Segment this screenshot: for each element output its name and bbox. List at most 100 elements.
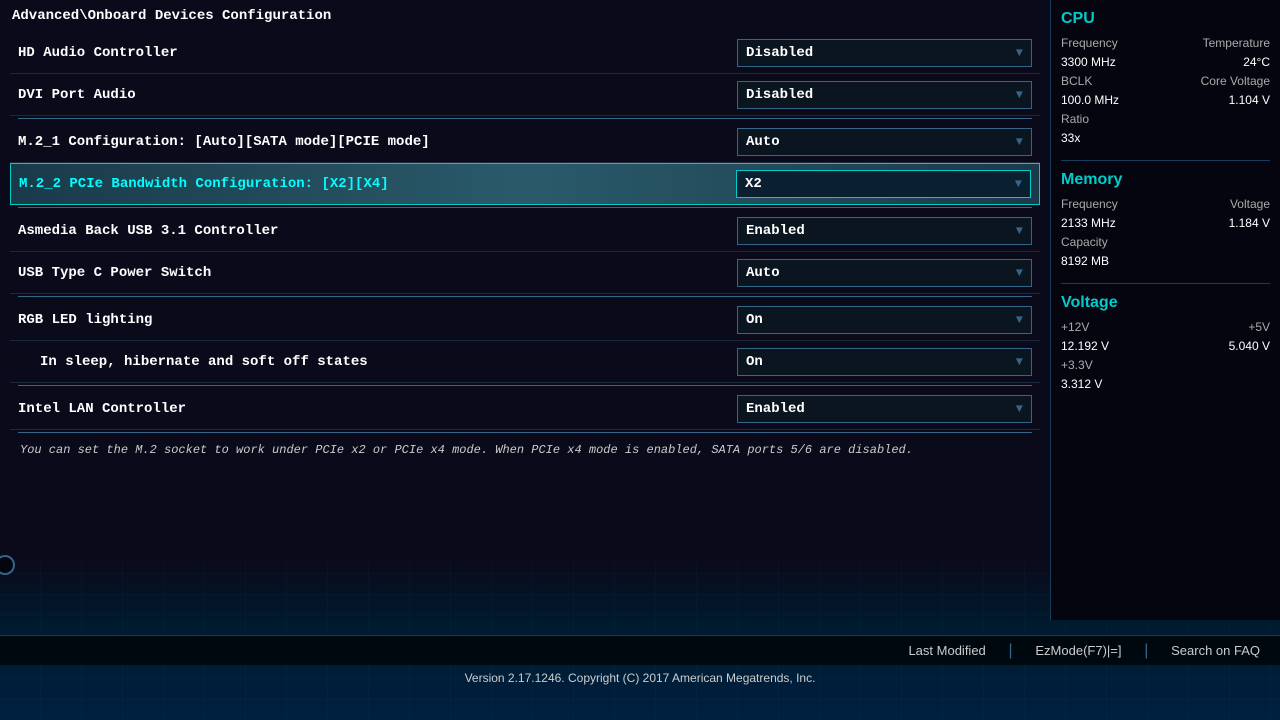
voltage-33-value: 3.312 V	[1061, 377, 1102, 391]
setting-label-dvi-audio: DVI Port Audio	[18, 87, 737, 103]
copyright-text: Version 2.17.1246. Copyright (C) 2017 Am…	[465, 671, 816, 685]
voltage-section: Voltage +12V +5V 12.192 V 5.040 V +3.3V …	[1061, 294, 1270, 391]
voltage-5-value: 5.040 V	[1229, 339, 1270, 353]
memory-frequency-label: Frequency	[1061, 197, 1118, 211]
separator-icon-1: |	[1006, 642, 1016, 660]
cpu-section: CPU Frequency Temperature 3300 MHz 24°C …	[1061, 10, 1270, 145]
copyright-bar: Version 2.17.1246. Copyright (C) 2017 Am…	[0, 665, 1280, 690]
separator-5	[18, 432, 1032, 433]
memory-voltage-value: 1.184 V	[1229, 216, 1270, 230]
setting-row-intel-lan: Intel LAN Controller Enabled ▼	[10, 388, 1040, 430]
bottom-bar: Last Modified | EzMode(F7)|=] | Search o…	[0, 635, 1280, 665]
setting-dropdown-usb-type-c[interactable]: Auto ▼	[737, 259, 1032, 287]
setting-dropdown-rgb-led[interactable]: On ▼	[737, 306, 1032, 334]
setting-value-m2-2: X2	[745, 176, 762, 192]
setting-label-hd-audio: HD Audio Controller	[18, 45, 737, 61]
setting-label-sleep-rgb: In sleep, hibernate and soft off states	[40, 354, 737, 370]
setting-dropdown-sleep-rgb[interactable]: On ▼	[737, 348, 1032, 376]
setting-row-rgb-led: RGB LED lighting On ▼	[10, 299, 1040, 341]
setting-value-usb-type-c: Auto	[746, 265, 780, 281]
chevron-down-icon-m2-2: ▼	[1015, 177, 1022, 191]
voltage-33-value-row: 3.312 V	[1061, 377, 1270, 391]
setting-dropdown-dvi-audio[interactable]: Disabled ▼	[737, 81, 1032, 109]
voltage-5-label: +5V	[1248, 320, 1270, 334]
setting-label-intel-lan: Intel LAN Controller	[18, 401, 737, 417]
voltage-33-label: +3.3V	[1061, 358, 1093, 372]
cpu-ratio-value: 33x	[1061, 131, 1080, 145]
voltage-12-row: +12V +5V	[1061, 320, 1270, 334]
memory-capacity-row: Capacity	[1061, 235, 1270, 249]
chevron-down-icon-rgb-led: ▼	[1016, 313, 1023, 327]
breadcrumb: Advanced\Onboard Devices Configuration	[0, 0, 1050, 32]
setting-label-rgb-led: RGB LED lighting	[18, 312, 737, 328]
separator-2	[18, 207, 1032, 208]
cpu-ratio-row: Ratio	[1061, 112, 1270, 126]
setting-dropdown-m2-2[interactable]: X2 ▼	[736, 170, 1031, 198]
memory-capacity-label: Capacity	[1061, 235, 1108, 249]
setting-dropdown-m2-1[interactable]: Auto ▼	[737, 128, 1032, 156]
setting-value-sleep-rgb: On	[746, 354, 763, 370]
voltage-12-value: 12.192 V	[1061, 339, 1109, 353]
cpu-frequency-row: Frequency Temperature	[1061, 36, 1270, 50]
cpu-bclk-row: BCLK Core Voltage	[1061, 74, 1270, 88]
setting-value-asmedia-usb: Enabled	[746, 223, 805, 239]
memory-freq-row: Frequency Voltage	[1061, 197, 1270, 211]
setting-label-m2-2: M.2_2 PCIe Bandwidth Configuration: [X2]…	[19, 176, 736, 192]
separator-1	[18, 118, 1032, 119]
cpu-frequency-label: Frequency	[1061, 36, 1118, 50]
main-panel: Advanced\Onboard Devices Configuration H…	[0, 0, 1050, 650]
setting-row-m2-1: M.2_1 Configuration: [Auto][SATA mode][P…	[10, 121, 1040, 163]
voltage-12-label: +12V	[1061, 320, 1089, 334]
cpu-temperature-label: Temperature	[1203, 36, 1270, 50]
cpu-bclk-value: 100.0 MHz	[1061, 93, 1119, 107]
setting-value-hd-audio: Disabled	[746, 45, 813, 61]
memory-freq-value-row: 2133 MHz 1.184 V	[1061, 216, 1270, 230]
cpu-bclk-label: BCLK	[1061, 74, 1092, 88]
cpu-title: CPU	[1061, 10, 1270, 28]
chevron-down-icon-hd-audio: ▼	[1016, 46, 1023, 60]
search-faq-label[interactable]: Search on FAQ	[1171, 643, 1260, 658]
setting-dropdown-intel-lan[interactable]: Enabled ▼	[737, 395, 1032, 423]
setting-row-dvi-audio: DVI Port Audio Disabled ▼	[10, 74, 1040, 116]
chevron-down-icon-sleep-rgb: ▼	[1016, 355, 1023, 369]
chevron-down-icon-m2-1: ▼	[1016, 135, 1023, 149]
memory-capacity-value-row: 8192 MB	[1061, 254, 1270, 268]
memory-title: Memory	[1061, 171, 1270, 189]
cpu-core-voltage-label: Core Voltage	[1201, 74, 1270, 88]
right-panel: CPU Frequency Temperature 3300 MHz 24°C …	[1050, 0, 1280, 620]
chevron-down-icon-intel-lan: ▼	[1016, 402, 1023, 416]
voltage-12-value-row: 12.192 V 5.040 V	[1061, 339, 1270, 353]
separator-icon-2: |	[1142, 642, 1152, 660]
chevron-down-icon-dvi-audio: ▼	[1016, 88, 1023, 102]
setting-dropdown-hd-audio[interactable]: Disabled ▼	[737, 39, 1032, 67]
setting-label-m2-1: M.2_1 Configuration: [Auto][SATA mode][P…	[18, 134, 737, 150]
setting-row-asmedia-usb: Asmedia Back USB 3.1 Controller Enabled …	[10, 210, 1040, 252]
setting-value-rgb-led: On	[746, 312, 763, 328]
cpu-core-voltage-value: 1.104 V	[1229, 93, 1270, 107]
cpu-temperature-value: 24°C	[1243, 55, 1270, 69]
setting-value-m2-1: Auto	[746, 134, 780, 150]
settings-area: HD Audio Controller Disabled ▼ DVI Port …	[0, 32, 1050, 465]
memory-section: Memory Frequency Voltage 2133 MHz 1.184 …	[1061, 171, 1270, 268]
memory-frequency-value: 2133 MHz	[1061, 216, 1116, 230]
separator-3	[18, 296, 1032, 297]
setting-dropdown-asmedia-usb[interactable]: Enabled ▼	[737, 217, 1032, 245]
panel-divider-2	[1061, 283, 1270, 284]
cpu-ratio-value-row: 33x	[1061, 131, 1270, 145]
chevron-down-icon-usb-type-c: ▼	[1016, 266, 1023, 280]
setting-row-m2-2: M.2_2 PCIe Bandwidth Configuration: [X2]…	[10, 163, 1040, 205]
setting-label-usb-type-c: USB Type C Power Switch	[18, 265, 737, 281]
cpu-frequency-value: 3300 MHz	[1061, 55, 1116, 69]
memory-voltage-label: Voltage	[1230, 197, 1270, 211]
setting-value-dvi-audio: Disabled	[746, 87, 813, 103]
setting-value-intel-lan: Enabled	[746, 401, 805, 417]
info-text: You can set the M.2 socket to work under…	[10, 435, 1040, 465]
setting-label-asmedia-usb: Asmedia Back USB 3.1 Controller	[18, 223, 737, 239]
cpu-bclk-value-row: 100.0 MHz 1.104 V	[1061, 93, 1270, 107]
ezmode-label[interactable]: EzMode(F7)|=]	[1035, 643, 1121, 658]
setting-row-sleep-rgb: In sleep, hibernate and soft off states …	[10, 341, 1040, 383]
cpu-ratio-label: Ratio	[1061, 112, 1089, 126]
voltage-33-row: +3.3V	[1061, 358, 1270, 372]
voltage-title: Voltage	[1061, 294, 1270, 312]
setting-row-usb-type-c: USB Type C Power Switch Auto ▼	[10, 252, 1040, 294]
